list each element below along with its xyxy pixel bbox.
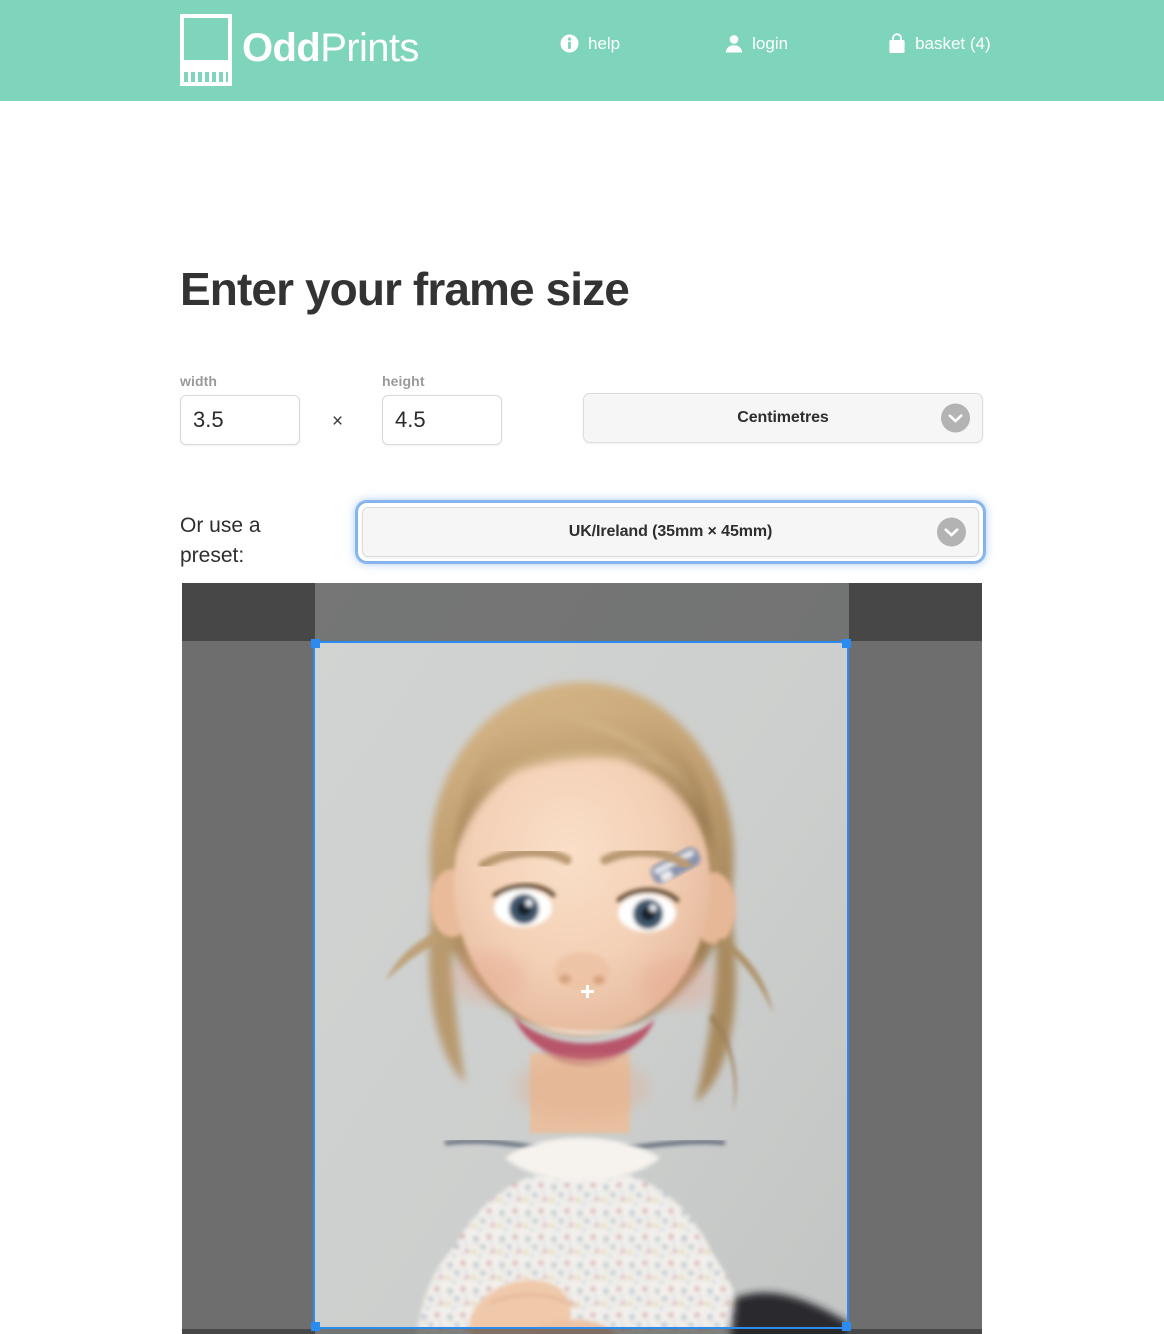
brand-wordmark: OddPrints [242,28,419,72]
nav-item-help[interactable]: help [560,24,620,64]
nav-label-help: help [588,33,621,53]
unit-select[interactable]: Centimetres [583,393,983,443]
uploaded-photo [315,583,849,1334]
brand-logo-link[interactable]: OddPrints [180,14,419,86]
chevron-down-icon[interactable] [937,517,966,547]
nav-item-login[interactable]: login [725,24,788,64]
nav-item-basket[interactable]: basket (4) [888,24,991,64]
main-nav: help login basket (4) [560,0,991,101]
width-label: width [180,373,218,389]
brand-text-prints: Prints [320,26,419,70]
preset-select-value: UK/Ireland (35mm × 45mm) [568,523,773,540]
site-header: OddPrints help login basket (4) [0,0,1164,101]
width-field-group: width [180,373,300,445]
header-inner: OddPrints help login basket (4) [0,0,1164,101]
unit-select-wrapper: Centimetres [583,393,983,443]
preset-label: Or use a preset: [180,514,261,568]
image-cropper[interactable] [182,583,982,1334]
preset-select[interactable]: UK/Ireland (35mm × 45mm) [362,507,979,557]
nav-label-login: login [752,33,789,53]
brand-text-odd: Odd [242,26,321,70]
unit-select-value: Centimetres [737,409,829,426]
info-circle-icon [560,34,579,53]
height-field-group: height [382,373,502,445]
photo-svg [315,583,849,1334]
user-icon [725,35,743,53]
page-title: Enter your frame size [180,263,630,315]
height-label: height [382,373,425,389]
chevron-down-icon[interactable] [941,403,970,433]
multiply-symbol: × [332,411,344,432]
nav-label-basket: basket (4) [915,33,991,53]
ruler-frame-icon [180,14,232,86]
shopping-bag-icon [889,33,905,53]
width-input[interactable] [180,395,300,445]
height-input[interactable] [382,395,502,445]
preset-select-focus-ring: UK/Ireland (35mm × 45mm) [358,503,983,561]
